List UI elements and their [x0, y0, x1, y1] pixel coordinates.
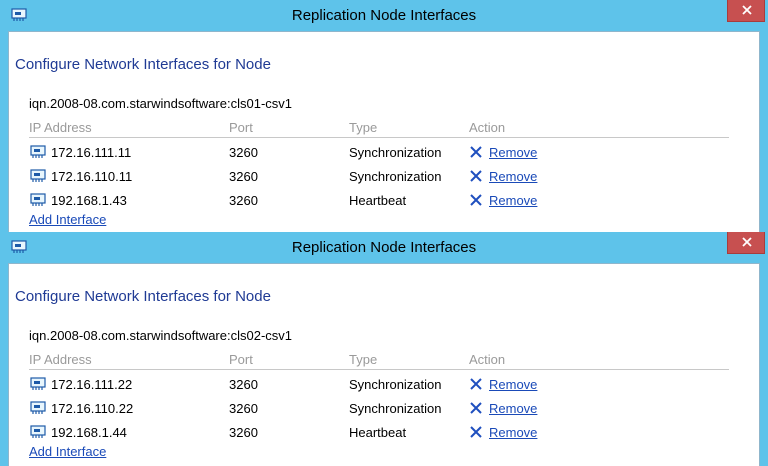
- close-icon: [742, 237, 752, 247]
- port: 3260: [229, 401, 258, 416]
- ip-address: 172.16.111.11: [51, 145, 132, 160]
- port: 3260: [229, 425, 258, 440]
- interface-type: Synchronization: [349, 401, 442, 416]
- dialog-content: Configure Network Interfaces for Node iq…: [8, 31, 760, 233]
- interface-type: Heartbeat: [349, 193, 407, 208]
- title-bar[interactable]: Replication Node Interfaces: [0, 232, 768, 264]
- ip-address: 192.168.1.43: [51, 193, 127, 208]
- node-name: iqn.2008-08.com.starwindsoftware:cls02-c…: [29, 328, 293, 343]
- dialog-window-1: Replication Node Interfaces Configure Ne…: [0, 0, 768, 233]
- remove-link[interactable]: Remove: [489, 377, 537, 392]
- page-title: Configure Network Interfaces for Node: [15, 56, 271, 73]
- interface-type: Synchronization: [349, 169, 442, 184]
- port: 3260: [229, 193, 258, 208]
- network-card-icon: [30, 193, 46, 206]
- dialog-window-2: Replication Node Interfaces Configure Ne…: [0, 232, 768, 466]
- window-title: Replication Node Interfaces: [291, 7, 477, 24]
- remove-icon[interactable]: [469, 425, 483, 439]
- remove-link[interactable]: Remove: [489, 425, 537, 440]
- remove-link[interactable]: Remove: [489, 401, 537, 416]
- header-divider: [29, 137, 729, 138]
- dialog-content: Configure Network Interfaces for Node iq…: [8, 263, 760, 466]
- close-button[interactable]: [727, 232, 765, 254]
- remove-link[interactable]: Remove: [489, 193, 537, 208]
- network-card-icon: [30, 169, 46, 182]
- ip-address: 172.16.110.22: [51, 401, 134, 416]
- remove-link[interactable]: Remove: [489, 169, 537, 184]
- ip-address: 172.16.111.22: [51, 377, 133, 392]
- column-header-port: Port: [229, 120, 253, 135]
- close-button[interactable]: [727, 0, 765, 22]
- network-card-icon: [30, 145, 46, 158]
- ip-address: 172.16.110.11: [51, 169, 133, 184]
- column-header-ip: IP Address: [29, 352, 92, 367]
- title-bar[interactable]: Replication Node Interfaces: [0, 0, 768, 32]
- remove-icon[interactable]: [469, 169, 483, 183]
- remove-icon[interactable]: [469, 401, 483, 415]
- remove-icon[interactable]: [469, 145, 483, 159]
- network-card-icon: [30, 401, 46, 414]
- page-title: Configure Network Interfaces for Node: [15, 288, 271, 305]
- column-header-type: Type: [349, 120, 378, 135]
- network-card-icon: [30, 377, 46, 390]
- interface-type: Heartbeat: [349, 425, 407, 440]
- port: 3260: [229, 169, 258, 184]
- column-header-action: Action: [469, 120, 506, 135]
- network-card-icon: [30, 425, 46, 438]
- column-header-action: Action: [469, 352, 506, 367]
- header-divider: [29, 369, 729, 370]
- add-interface-link[interactable]: Add Interface: [29, 212, 106, 227]
- column-header-port: Port: [229, 352, 253, 367]
- remove-link[interactable]: Remove: [489, 145, 537, 160]
- column-header-ip: IP Address: [29, 120, 92, 135]
- remove-icon[interactable]: [469, 193, 483, 207]
- ip-address: 192.168.1.44: [51, 425, 127, 440]
- port: 3260: [229, 145, 258, 160]
- window-title: Replication Node Interfaces: [291, 239, 477, 256]
- remove-icon[interactable]: [469, 377, 483, 391]
- interface-type: Synchronization: [349, 377, 442, 392]
- interface-type: Synchronization: [349, 145, 442, 160]
- port: 3260: [229, 377, 258, 392]
- column-header-type: Type: [349, 352, 378, 367]
- add-interface-link[interactable]: Add Interface: [29, 444, 106, 459]
- node-name: iqn.2008-08.com.starwindsoftware:cls01-c…: [29, 96, 293, 111]
- close-icon: [742, 5, 752, 15]
